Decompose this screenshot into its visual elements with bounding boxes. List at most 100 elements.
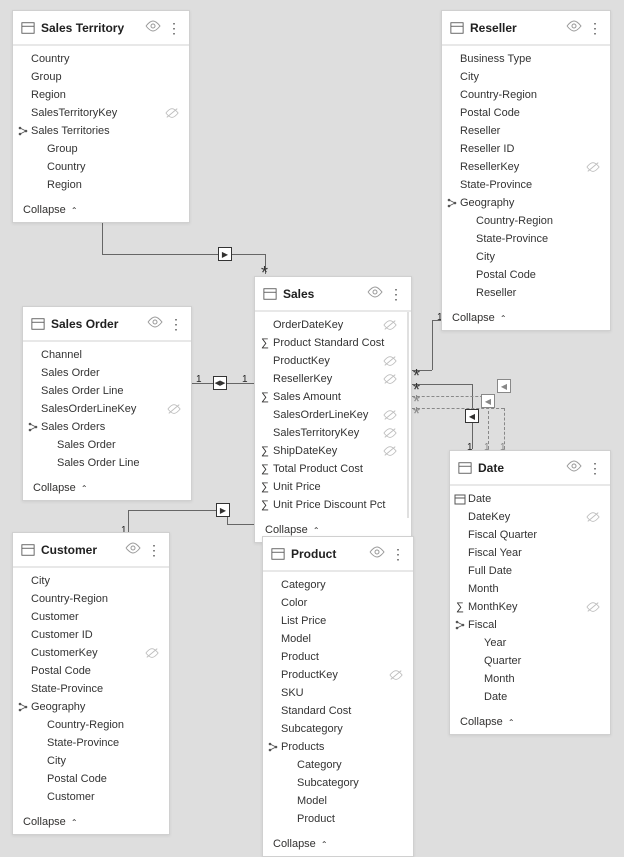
field-row[interactable]: ResellerKey xyxy=(442,158,610,176)
table-customer[interactable]: Customer ⋮ CityCountry-RegionCustomerCus… xyxy=(12,532,170,835)
table-date[interactable]: Date ⋮ DateDateKeyFiscal QuarterFiscal Y… xyxy=(449,450,611,735)
field-row[interactable]: Postal Code xyxy=(442,104,610,122)
field-row[interactable]: Category xyxy=(263,576,413,594)
table-sales-order[interactable]: Sales Order ⋮ ChannelSales OrderSales Or… xyxy=(22,306,192,501)
field-row[interactable]: Month xyxy=(450,580,610,598)
field-row[interactable]: Country-Region xyxy=(442,86,610,104)
field-row[interactable]: Reseller xyxy=(442,122,610,140)
field-row[interactable]: City xyxy=(442,248,610,266)
table-sales[interactable]: Sales ⋮ OrderDateKey∑Product Standard Co… xyxy=(254,276,412,543)
more-icon[interactable]: ⋮ xyxy=(391,550,405,558)
field-row[interactable]: Products xyxy=(263,738,413,756)
field-row[interactable]: Sales Territories xyxy=(13,122,189,140)
field-row[interactable]: Year xyxy=(450,634,610,652)
field-row[interactable]: DateKey xyxy=(450,508,610,526)
field-row[interactable]: Channel xyxy=(23,346,191,364)
collapse-link[interactable]: Collapse ⌃ xyxy=(13,810,169,834)
field-row[interactable]: City xyxy=(13,752,169,770)
table-product[interactable]: Product ⋮ CategoryColorList PriceModelPr… xyxy=(262,536,414,857)
field-row[interactable]: ∑Unit Price Discount Pct xyxy=(255,496,407,514)
visibility-icon[interactable] xyxy=(125,540,141,559)
field-row[interactable]: SalesTerritoryKey xyxy=(255,424,407,442)
field-row[interactable]: ∑MonthKey xyxy=(450,598,610,616)
visibility-icon[interactable] xyxy=(145,18,161,37)
field-row[interactable]: SalesOrderLineKey xyxy=(23,400,191,418)
field-row[interactable]: Customer xyxy=(13,788,169,806)
field-row[interactable]: Sales Orders xyxy=(23,418,191,436)
collapse-link[interactable]: Collapse ⌃ xyxy=(23,476,191,500)
field-row[interactable]: Region xyxy=(13,86,189,104)
field-row[interactable]: Sales Order Line xyxy=(23,382,191,400)
field-row[interactable]: Customer xyxy=(13,608,169,626)
field-row[interactable]: ∑ShipDateKey xyxy=(255,442,407,460)
field-row[interactable]: List Price xyxy=(263,612,413,630)
visibility-icon[interactable] xyxy=(147,314,163,333)
collapse-link[interactable]: Collapse ⌃ xyxy=(263,832,413,856)
more-icon[interactable]: ⋮ xyxy=(389,290,403,298)
field-row[interactable]: City xyxy=(13,572,169,590)
field-row[interactable]: ProductKey xyxy=(263,666,413,684)
field-row[interactable]: ∑Unit Price xyxy=(255,478,407,496)
field-row[interactable]: CustomerKey xyxy=(13,644,169,662)
table-reseller[interactable]: Reseller ⋮ Business TypeCityCountry-Regi… xyxy=(441,10,611,331)
field-row[interactable]: OrderDateKey xyxy=(255,316,407,334)
field-row[interactable]: Postal Code xyxy=(442,266,610,284)
field-row[interactable]: ResellerKey xyxy=(255,370,407,388)
field-row[interactable]: Reseller xyxy=(442,284,610,302)
more-icon[interactable]: ⋮ xyxy=(588,464,602,472)
field-row[interactable]: Fiscal Quarter xyxy=(450,526,610,544)
field-row[interactable]: Standard Cost xyxy=(263,702,413,720)
more-icon[interactable]: ⋮ xyxy=(147,546,161,554)
field-row[interactable]: Group xyxy=(13,140,189,158)
field-row[interactable]: Model xyxy=(263,792,413,810)
field-row[interactable]: Subcategory xyxy=(263,720,413,738)
field-row[interactable]: Business Type xyxy=(442,50,610,68)
field-row[interactable]: ProductKey xyxy=(255,352,407,370)
field-row[interactable]: Date xyxy=(450,490,610,508)
field-row[interactable]: Postal Code xyxy=(13,770,169,788)
field-row[interactable]: Country-Region xyxy=(442,212,610,230)
field-row[interactable]: Subcategory xyxy=(263,774,413,792)
field-row[interactable]: Country-Region xyxy=(13,716,169,734)
field-row[interactable]: Reseller ID xyxy=(442,140,610,158)
field-row[interactable]: State-Province xyxy=(13,680,169,698)
visibility-icon[interactable] xyxy=(369,544,385,563)
field-row[interactable]: ∑Total Product Cost xyxy=(255,460,407,478)
visibility-icon[interactable] xyxy=(566,458,582,477)
field-row[interactable]: SKU xyxy=(263,684,413,702)
field-row[interactable]: Color xyxy=(263,594,413,612)
field-row[interactable]: Country-Region xyxy=(13,590,169,608)
field-row[interactable]: ∑Product Standard Cost xyxy=(255,334,407,352)
field-row[interactable]: Sales Order xyxy=(23,436,191,454)
field-row[interactable]: Fiscal xyxy=(450,616,610,634)
field-row[interactable]: SalesTerritoryKey xyxy=(13,104,189,122)
field-row[interactable]: City xyxy=(442,68,610,86)
field-row[interactable]: Product xyxy=(263,810,413,828)
field-row[interactable]: Postal Code xyxy=(13,662,169,680)
field-row[interactable]: Date xyxy=(450,688,610,706)
field-row[interactable]: Full Date xyxy=(450,562,610,580)
visibility-icon[interactable] xyxy=(367,284,383,303)
field-row[interactable]: Sales Order xyxy=(23,364,191,382)
field-row[interactable]: Quarter xyxy=(450,652,610,670)
field-row[interactable]: State-Province xyxy=(13,734,169,752)
field-row[interactable]: Customer ID xyxy=(13,626,169,644)
collapse-link[interactable]: Collapse ⌃ xyxy=(450,710,610,734)
field-row[interactable]: Geography xyxy=(13,698,169,716)
field-row[interactable]: Month xyxy=(450,670,610,688)
more-icon[interactable]: ⋮ xyxy=(588,24,602,32)
field-row[interactable]: Region xyxy=(13,176,189,194)
field-row[interactable]: Country xyxy=(13,50,189,68)
field-row[interactable]: ∑Sales Amount xyxy=(255,388,407,406)
collapse-link[interactable]: Collapse ⌃ xyxy=(442,306,610,330)
collapse-link[interactable]: Collapse ⌃ xyxy=(13,198,189,222)
field-row[interactable]: Category xyxy=(263,756,413,774)
field-row[interactable]: Group xyxy=(13,68,189,86)
more-icon[interactable]: ⋮ xyxy=(167,24,181,32)
field-row[interactable]: Sales Order Line xyxy=(23,454,191,472)
field-row[interactable]: Fiscal Year xyxy=(450,544,610,562)
more-icon[interactable]: ⋮ xyxy=(169,320,183,328)
field-row[interactable]: Geography xyxy=(442,194,610,212)
field-row[interactable]: Country xyxy=(13,158,189,176)
field-row[interactable]: Product xyxy=(263,648,413,666)
